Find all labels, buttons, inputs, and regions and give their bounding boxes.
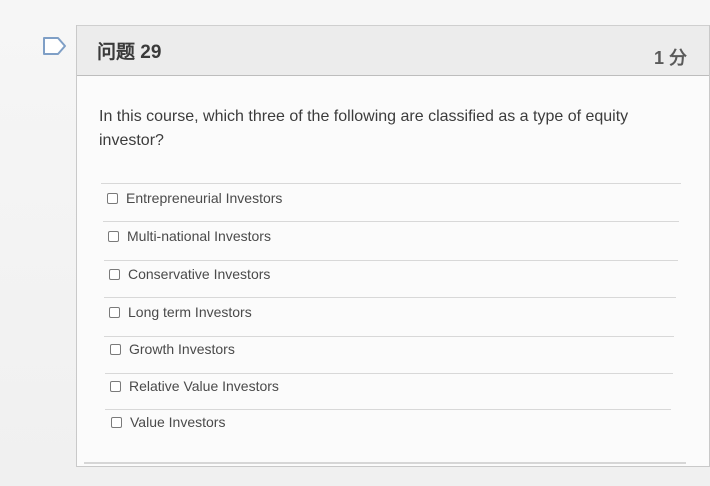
checkbox[interactable] xyxy=(110,343,121,355)
divider xyxy=(104,297,676,298)
divider xyxy=(104,336,674,337)
question-points: 1 分 xyxy=(653,48,687,68)
divider xyxy=(103,221,679,222)
option-long-term-investors[interactable]: Long term Investors xyxy=(109,301,252,323)
divider xyxy=(101,183,681,184)
option-label: Value Investors xyxy=(130,414,226,430)
checkbox[interactable] xyxy=(108,230,119,242)
checkbox[interactable] xyxy=(109,306,120,318)
option-label: Multi-national Investors xyxy=(127,228,271,244)
checkbox[interactable] xyxy=(110,380,121,392)
divider xyxy=(105,373,673,374)
option-conservative-investors[interactable]: Conservative Investors xyxy=(109,263,270,285)
option-label: Growth Investors xyxy=(129,341,235,357)
question-card: 问题 29 1 分 In this course, which three of… xyxy=(76,25,710,467)
option-label: Entrepreneurial Investors xyxy=(126,190,283,206)
checkbox[interactable] xyxy=(107,192,118,204)
option-multinational-investors[interactable]: Multi-national Investors xyxy=(108,225,271,247)
option-entrepreneurial-investors[interactable]: Entrepreneurial Investors xyxy=(107,187,282,209)
option-growth-investors[interactable]: Growth Investors xyxy=(110,338,235,360)
option-label: Relative Value Investors xyxy=(129,378,279,394)
option-relative-value-investors[interactable]: Relative Value Investors xyxy=(110,375,279,397)
question-text: In this course, which three of the follo… xyxy=(99,108,629,149)
checkbox[interactable] xyxy=(109,268,120,280)
question-header: 问题 29 1 分 xyxy=(77,25,709,76)
checkbox[interactable] xyxy=(111,416,122,428)
option-label: Long term Investors xyxy=(128,304,252,320)
flag-question-icon[interactable] xyxy=(42,36,68,56)
divider xyxy=(105,409,671,410)
card-bottom-edge xyxy=(84,462,686,464)
option-value-investors[interactable]: Value Investors xyxy=(111,411,225,433)
question-number: 问题 29 xyxy=(97,42,162,63)
option-label: Conservative Investors xyxy=(128,266,271,282)
divider xyxy=(104,260,678,261)
